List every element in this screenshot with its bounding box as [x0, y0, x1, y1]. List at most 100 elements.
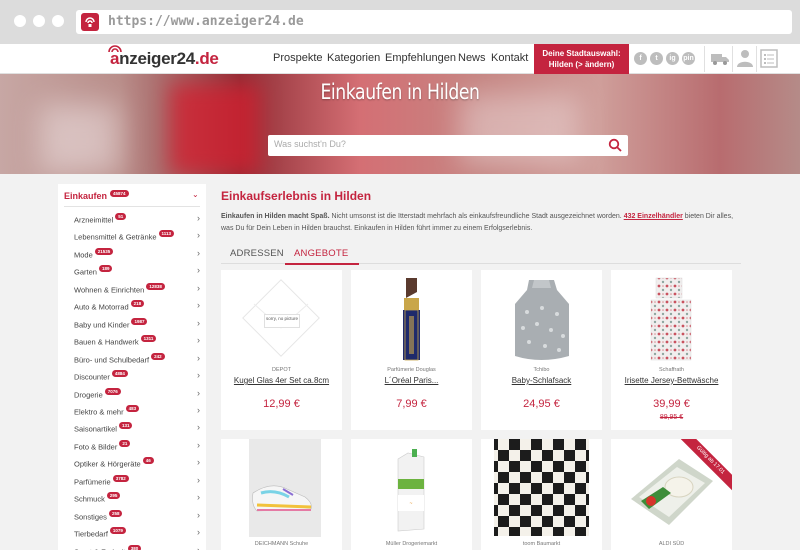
intro-text: Einkaufen in Hilden macht Spaß. Nicht um…: [221, 213, 734, 232]
sidebar-category-item[interactable]: Bauen & Handwerk 1311 ›: [74, 335, 200, 349]
sidebar-category-label: Saisonartikel: [74, 424, 117, 434]
chevron-right-icon[interactable]: ›: [197, 440, 200, 450]
product-card[interactable]: Parfümerie Douglas L´Oréal Paris... 7,99…: [351, 270, 472, 430]
sidebar-category-label: Schmuck: [74, 494, 105, 504]
count-badge: 295: [106, 492, 121, 500]
chevron-down-icon[interactable]: ⌄: [192, 190, 199, 199]
chevron-right-icon[interactable]: ›: [197, 353, 200, 363]
delivery-truck-icon[interactable]: [710, 49, 730, 67]
product-name[interactable]: Irisette Jersey-Bettwäsche: [611, 376, 732, 385]
chevron-right-icon[interactable]: ›: [197, 388, 200, 398]
window-dot-maximize[interactable]: [52, 15, 64, 27]
chevron-right-icon[interactable]: ›: [197, 318, 200, 328]
nav-news[interactable]: News: [458, 52, 486, 64]
sidebar-category-item[interactable]: Mode 21535 ›: [74, 247, 200, 262]
instagram-icon[interactable]: ig: [666, 52, 679, 65]
sidebar-category-label: Arzneimittel: [74, 215, 114, 225]
window-dot-close[interactable]: [14, 15, 26, 27]
nav-prospekte[interactable]: Prospekte: [273, 52, 323, 64]
user-account-icon[interactable]: [736, 49, 754, 68]
product-card[interactable]: Gültig ab 17.01 ALDI SÜD: [611, 439, 732, 550]
sidebar-category-item[interactable]: Drogerie 7076 ›: [74, 387, 200, 402]
sidebar-category-item[interactable]: Arzneimittel 51 ›: [74, 213, 200, 227]
hero-title: Einkaufen in Hilden: [320, 80, 480, 104]
sidebar-category-item[interactable]: Auto & Motorrad 218 ›: [74, 300, 200, 314]
sidebar-category-item[interactable]: Garten 189 ›: [74, 265, 200, 279]
chevron-right-icon[interactable]: ›: [197, 527, 200, 537]
count-badge: 258: [108, 509, 123, 517]
sidebar-category-item[interactable]: Sonstiges 258 ›: [74, 509, 200, 524]
count-badge: 483: [125, 404, 140, 412]
sidebar-head-einkaufen[interactable]: Einkaufen 45874: [64, 190, 129, 201]
sidebar-category-item[interactable]: Discounter 4884 ›: [74, 370, 200, 384]
sidebar-category-item[interactable]: Tierbedarf 1079 ›: [74, 527, 200, 541]
chevron-right-icon[interactable]: ›: [197, 545, 200, 550]
chevron-right-icon[interactable]: ›: [197, 370, 200, 380]
sidebar-category-item[interactable]: Elektro & mehr 483 ›: [74, 404, 200, 419]
pinterest-icon[interactable]: pin: [682, 52, 695, 65]
count-badge: 1079: [109, 527, 126, 535]
product-card[interactable]: toom Baumarkt: [481, 439, 602, 550]
sidebar-category-label: Büro- und Schulbedarf: [74, 355, 150, 365]
tab-adressen[interactable]: ADRESSEN: [230, 248, 284, 259]
chevron-right-icon[interactable]: ›: [197, 422, 200, 432]
sidebar-category-item[interactable]: Foto & Bilder 21 ›: [74, 439, 200, 454]
product-shop: Müller Drogeriemarkt: [385, 541, 438, 547]
address-bar[interactable]: https://www.anzeiger24.de: [76, 10, 792, 34]
chevron-right-icon[interactable]: ›: [197, 265, 200, 275]
chevron-right-icon[interactable]: ›: [197, 492, 200, 502]
chevron-right-icon[interactable]: ›: [197, 248, 200, 258]
chevron-right-icon[interactable]: ›: [197, 510, 200, 520]
tab-angebote[interactable]: ANGEBOTE: [294, 248, 348, 259]
facebook-icon[interactable]: f: [634, 52, 647, 65]
chevron-right-icon[interactable]: ›: [197, 475, 200, 485]
product-name[interactable]: Baby-Schlafsack: [481, 376, 602, 385]
sidebar-category-item[interactable]: Sport & Freizeit380›: [74, 544, 200, 550]
search-input[interactable]: Was suchst'n Du?: [268, 135, 628, 156]
sidebar-category-label: Baby und Kinder: [74, 320, 130, 330]
nav-kategorien[interactable]: Kategorien: [327, 52, 380, 64]
product-card[interactable]: sorry, no picture DEPOT Kugel Glas 4er S…: [221, 270, 342, 430]
site-logo[interactable]: anzeiger24.de: [108, 45, 219, 69]
sidebar-category-item[interactable]: Büro- und Schulbedarf 242 ›: [74, 352, 200, 367]
sidebar-category-item[interactable]: Saisonartikel 131 ›: [74, 422, 200, 436]
product-shop: DEICHMANN Schuhe: [254, 541, 309, 547]
chevron-right-icon[interactable]: ›: [197, 300, 200, 310]
sidebar-category-item[interactable]: Optiker & Hörgeräte 46 ›: [74, 457, 200, 471]
chevron-right-icon[interactable]: ›: [197, 405, 200, 415]
category-sidebar: Einkaufen 45874 ⌄ Arzneimittel 51 › Lebensmi…: [58, 184, 206, 550]
sidebar-category-label: Foto & Bilder: [74, 442, 118, 452]
sidebar-category-label: Bauen & Handwerk: [74, 337, 139, 347]
window-dot-minimize[interactable]: [33, 15, 45, 27]
chevron-right-icon[interactable]: ›: [197, 230, 200, 240]
count-badge: 242: [151, 352, 165, 360]
product-card[interactable]: ~ Müller Drogeriemarkt: [351, 439, 472, 550]
list-menu-icon[interactable]: [760, 49, 778, 68]
chevron-right-icon[interactable]: ›: [197, 213, 200, 223]
search-icon[interactable]: [608, 138, 622, 152]
count-badge: 218: [130, 300, 145, 308]
product-name[interactable]: L´Oréal Paris...: [351, 376, 472, 385]
retailers-link[interactable]: 432 Einzelhändler: [624, 213, 683, 220]
sidebar-category-item[interactable]: Lebensmittel & Getränke 1113 ›: [74, 230, 200, 244]
city-selector-button[interactable]: Deine Stadtauswahl: Hilden (> ändern): [534, 44, 629, 74]
product-card[interactable]: Tchibo Baby-Schlafsack 24,95 €: [481, 270, 602, 430]
sidebar-category-item[interactable]: Wohnen & Einrichten 12838 ›: [74, 282, 200, 297]
sidebar-category-label: Discounter: [74, 372, 110, 382]
sidebar-category-label: Wohnen & Einrichten: [74, 285, 145, 295]
nav-empfehlungen[interactable]: Empfehlungen: [385, 52, 456, 64]
chevron-right-icon[interactable]: ›: [197, 457, 200, 467]
product-card[interactable]: Schaffrath Irisette Jersey-Bettwäsche 39…: [611, 270, 732, 430]
sidebar-category-item[interactable]: Baby und Kinder 1987 ›: [74, 317, 200, 332]
sidebar-category-item[interactable]: Parfümerie 3782 ›: [74, 474, 200, 489]
address-url: https://www.anzeiger24.de: [108, 14, 304, 29]
twitter-icon[interactable]: t: [650, 52, 663, 65]
product-card[interactable]: DEICHMANN Schuhe: [221, 439, 342, 550]
product-old-price: 89,95 €: [659, 414, 684, 421]
chevron-right-icon[interactable]: ›: [197, 335, 200, 345]
sidebar-category-item[interactable]: Schmuck 295 ›: [74, 492, 200, 506]
site-favicon-icon: [81, 13, 99, 31]
product-name[interactable]: Kugel Glas 4er Set ca.8cm: [221, 376, 342, 385]
nav-kontakt[interactable]: Kontakt: [491, 52, 528, 64]
chevron-right-icon[interactable]: ›: [197, 283, 200, 293]
